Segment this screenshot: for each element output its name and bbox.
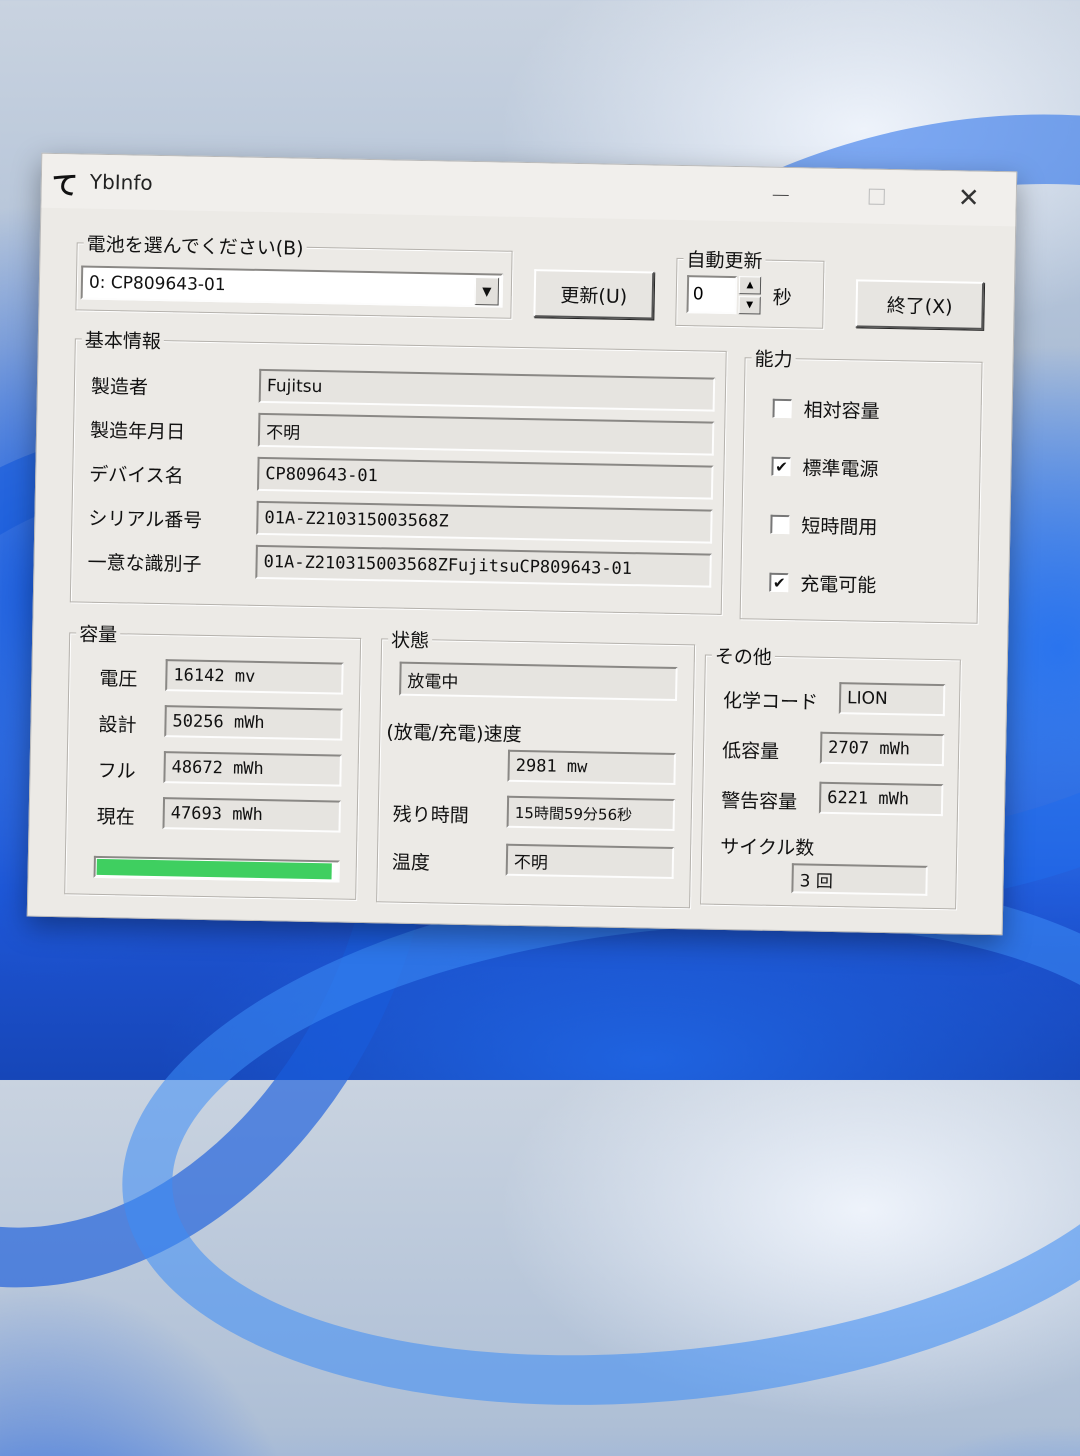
chevron-down-icon[interactable]: ▼ xyxy=(474,277,500,306)
relative-capacity-checkbox[interactable]: 相対容量 xyxy=(772,395,880,424)
battery-select-group: 電池を選んでください(B) 0: CP809643-01 ▼ xyxy=(75,229,513,319)
status-group: 状態 放電中 (放電/充電)速度 2981 mw 残り時間 15時間59分56秒… xyxy=(376,625,696,909)
full-capacity-field: 48672 mWh xyxy=(163,751,342,787)
design-capacity-label: 設計 xyxy=(98,713,137,737)
checkbox-box[interactable] xyxy=(772,398,792,419)
basic-info-label: 基本情報 xyxy=(81,325,165,355)
status-state-value: 放電中 xyxy=(407,671,459,693)
spin-up-button[interactable]: ▲ xyxy=(738,276,762,295)
chemistry-value: LION xyxy=(846,688,888,710)
low-capacity-field: 2707 mWh xyxy=(819,731,945,767)
warning-capacity-label: 警告容量 xyxy=(720,789,798,814)
manufacturer-value: Fujitsu xyxy=(266,376,323,398)
chemistry-field: LION xyxy=(838,682,946,717)
manufacture-date-field: 不明 xyxy=(257,412,715,456)
chevron-down-icon: ▼ xyxy=(746,300,754,311)
capacity-group: 容量 電圧 16142 mv 設計 50256 mWh フル 48672 mWh… xyxy=(64,619,362,900)
standard-power-checkbox[interactable]: ✔ 標準電源 xyxy=(771,453,879,482)
basic-info-group: 基本情報 製造者 Fujitsu 製造年月日 不明 デバイス名 CP809643… xyxy=(69,325,727,615)
serial-number-field: 01A-Z210315003568Z xyxy=(256,500,713,544)
unique-id-label: 一意な識別子 xyxy=(87,551,202,576)
auto-refresh-input[interactable]: 0 xyxy=(686,275,738,315)
close-button[interactable]: ✕ xyxy=(939,179,998,218)
exit-button[interactable]: 終了(X) xyxy=(855,279,985,330)
current-capacity-field: 47693 mWh xyxy=(162,797,342,833)
device-name-label: デバイス名 xyxy=(89,463,184,488)
short-term-label: 短時間用 xyxy=(801,515,878,539)
title-bar[interactable]: て YbInfo ✕ xyxy=(41,153,1017,227)
low-capacity-value: 2707 mWh xyxy=(827,737,911,760)
manufacturer-label: 製造者 xyxy=(90,375,149,399)
warning-capacity-field: 6221 mWh xyxy=(818,781,944,817)
remaining-time-field: 15時間59分56秒 xyxy=(506,795,676,831)
auto-refresh-group: 自動更新 0 ▲ ▼ 秒 xyxy=(675,245,825,329)
standard-power-label: 標準電源 xyxy=(802,457,879,481)
auto-refresh-unit: 秒 xyxy=(772,286,792,310)
checkmark-icon[interactable]: ✔ xyxy=(769,572,789,593)
close-icon: ✕ xyxy=(957,183,980,214)
device-name-value: CP809643-01 xyxy=(265,464,379,487)
ybinfo-window: て YbInfo ✕ 電池を選んでください(B) 0: CP809643-01 … xyxy=(26,152,1018,936)
relative-capacity-label: 相対容量 xyxy=(803,399,880,423)
charge-progress-bar xyxy=(93,855,340,883)
current-capacity-label: 現在 xyxy=(96,805,135,829)
remaining-time-label: 残り時間 xyxy=(392,803,469,828)
warning-capacity-value: 6221 mWh xyxy=(826,787,910,810)
rate-value: 2981 mw xyxy=(515,755,588,778)
auto-refresh-value: 0 xyxy=(692,284,704,305)
device-name-field: CP809643-01 xyxy=(256,456,714,500)
full-capacity-value: 48672 mWh xyxy=(171,757,264,780)
temperature-label: 温度 xyxy=(391,851,431,875)
charge-progress-fill xyxy=(96,858,332,880)
temperature-field: 不明 xyxy=(505,843,675,879)
rate-label: (放電/充電)速度 xyxy=(386,721,522,747)
capabilities-label: 能力 xyxy=(751,344,796,373)
refresh-button[interactable]: 更新(U) xyxy=(533,269,655,320)
battery-select-label: 電池を選んでください(B) xyxy=(83,229,307,261)
short-term-checkbox[interactable]: 短時間用 xyxy=(770,511,878,540)
cycle-count-label: サイクル数 xyxy=(720,835,815,860)
chevron-up-icon: ▲ xyxy=(746,280,754,291)
remaining-time-value: 15時間59分56秒 xyxy=(514,803,633,824)
cycle-count-value: 3 回 xyxy=(799,870,834,892)
other-group: その他 化学コード LION 低容量 2707 mWh 警告容量 6221 mW… xyxy=(700,641,961,910)
rechargeable-checkbox[interactable]: ✔ 充電可能 xyxy=(769,569,877,598)
current-capacity-value: 47693 mWh xyxy=(170,803,264,826)
battery-select[interactable]: 0: CP809643-01 ▼ xyxy=(80,265,504,308)
other-label: その他 xyxy=(711,641,776,670)
chemistry-label: 化学コード xyxy=(722,689,819,714)
auto-refresh-label: 自動更新 xyxy=(683,245,766,274)
manufacturer-field: Fujitsu xyxy=(258,368,716,412)
maximize-button[interactable] xyxy=(847,177,906,216)
window-title: YbInfo xyxy=(89,169,153,195)
checkmark-icon[interactable]: ✔ xyxy=(771,456,791,477)
manufacture-date-label: 製造年月日 xyxy=(89,419,186,444)
checkbox-box[interactable] xyxy=(770,514,790,535)
serial-number-value: 01A-Z210315003568Z xyxy=(264,508,449,532)
status-state-field: 放電中 xyxy=(399,661,678,702)
capabilities-group: 能力 相対容量 ✔ 標準電源 短時間用 ✔ 充電可能 xyxy=(739,344,983,624)
voltage-value: 16142 mv xyxy=(173,665,256,687)
capacity-label: 容量 xyxy=(75,619,121,648)
design-capacity-value: 50256 mWh xyxy=(172,711,265,734)
rate-field: 2981 mw xyxy=(507,749,677,785)
minimize-button[interactable] xyxy=(751,175,810,214)
low-capacity-label: 低容量 xyxy=(721,739,780,763)
battery-select-value: 0: CP809643-01 xyxy=(88,272,226,296)
design-capacity-field: 50256 mWh xyxy=(164,705,343,741)
serial-number-label: シリアル番号 xyxy=(88,507,203,532)
unique-id-field: 01A-Z210315003568ZFujitsuCP809643-01 xyxy=(255,544,712,588)
cycle-count-field: 3 回 xyxy=(791,863,928,896)
spin-down-button[interactable]: ▼ xyxy=(738,296,761,315)
manufacture-date-value: 不明 xyxy=(265,422,301,444)
voltage-label: 電圧 xyxy=(99,667,138,691)
unique-id-value: 01A-Z210315003568ZFujitsuCP809643-01 xyxy=(263,552,633,580)
rechargeable-label: 充電可能 xyxy=(800,573,877,597)
full-capacity-label: フル xyxy=(97,759,136,783)
app-logo-icon: て xyxy=(51,170,79,202)
temperature-value: 不明 xyxy=(513,852,549,874)
status-label: 状態 xyxy=(387,625,433,654)
voltage-field: 16142 mv xyxy=(165,659,344,695)
